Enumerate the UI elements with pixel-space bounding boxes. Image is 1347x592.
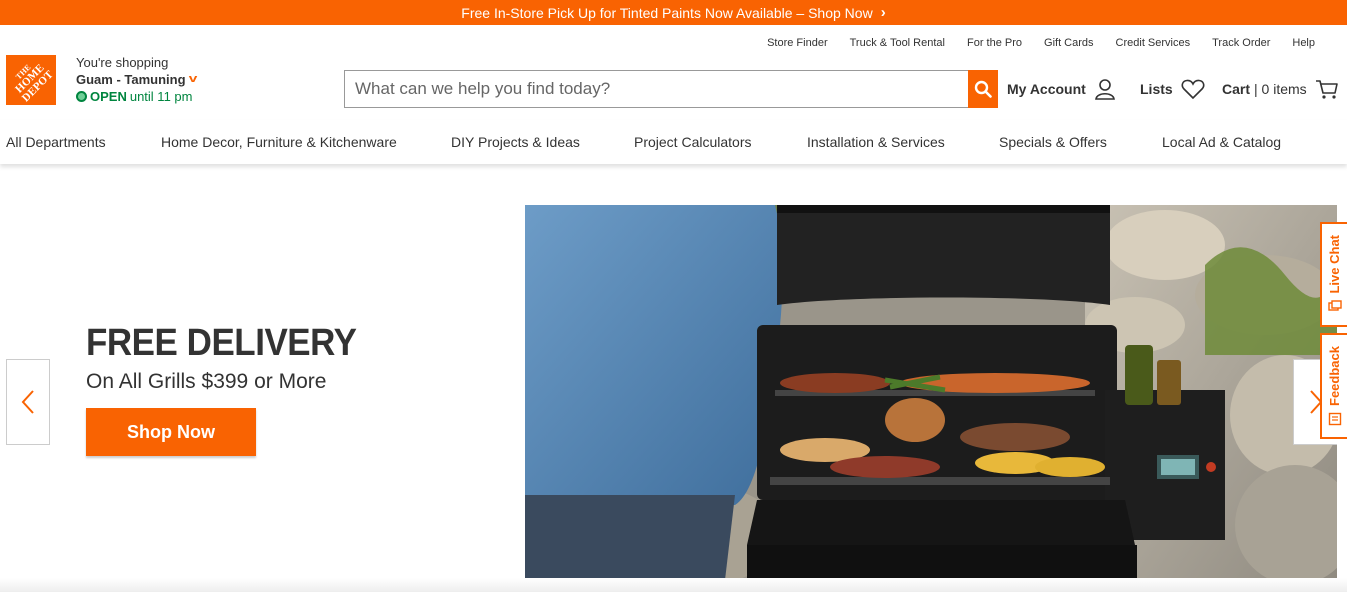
search-icon	[974, 80, 992, 98]
hero-title: FREE DELIVERY	[86, 322, 357, 364]
search-input[interactable]	[344, 70, 968, 108]
cart-label: Cart	[1222, 81, 1251, 97]
store-status: OPEN until 11 pm	[76, 88, 196, 105]
nav-item-all-departments[interactable]: All Departments	[6, 134, 106, 150]
cart-icon	[1315, 80, 1338, 99]
store-selector: You're shopping Guam - Tamuning v OPEN u…	[76, 54, 197, 105]
hero-subtitle: On All Grills $399 or More	[86, 370, 327, 393]
nav-item-home-decor[interactable]: Home Decor, Furniture & Kitchenware	[161, 134, 397, 150]
nav-item-specials-offers[interactable]: Specials & Offers	[999, 134, 1107, 150]
store-name-dropdown[interactable]: Guam - Tamuning v	[76, 71, 197, 88]
hero-image-grill	[525, 205, 1337, 580]
home-depot-logo[interactable]: THE HOME DEPOT	[6, 55, 56, 105]
store-name: Guam - Tamuning	[76, 72, 186, 87]
my-account-label: My Account	[1007, 81, 1086, 97]
feedback-tab[interactable]: Feedback	[1320, 333, 1347, 439]
user-icon	[1094, 79, 1115, 100]
utility-link-for-the-pro[interactable]: For the Pro	[967, 37, 1022, 49]
lists-button[interactable]: Lists	[1140, 76, 1205, 102]
my-account-button[interactable]: My Account	[1007, 76, 1116, 102]
utility-link-store-finder[interactable]: Store Finder	[767, 37, 828, 49]
nav-item-diy-projects[interactable]: DIY Projects & Ideas	[451, 134, 580, 150]
live-chat-label: Live Chat	[1327, 235, 1342, 294]
nav-item-local-ad-catalog[interactable]: Local Ad & Catalog	[1162, 134, 1281, 150]
nav-item-installation-services[interactable]: Installation & Services	[807, 134, 945, 150]
utility-link-track-order[interactable]: Track Order	[1212, 37, 1270, 49]
chevron-down-icon: v	[188, 73, 197, 85]
promo-text: Free In-Store Pick Up for Tinted Paints …	[461, 4, 873, 21]
feedback-label: Feedback	[1327, 346, 1342, 406]
logo-text: THE HOME DEPOT	[12, 61, 56, 105]
utility-link-gift-cards[interactable]: Gift Cards	[1044, 37, 1094, 49]
nav-item-project-calculators[interactable]: Project Calculators	[634, 134, 752, 150]
search-button[interactable]	[968, 70, 998, 108]
feedback-icon	[1328, 412, 1341, 426]
search-bar	[344, 70, 998, 108]
heart-icon	[1181, 79, 1205, 100]
shop-now-button[interactable]: Shop Now	[86, 408, 256, 456]
main-nav: All Departments Home Decor, Furniture & …	[0, 120, 1347, 164]
cart-button[interactable]: Cart | 0 items	[1222, 76, 1339, 102]
utility-link-help[interactable]: Help	[1292, 37, 1315, 49]
utility-nav: Store Finder Truck & Tool Rental For the…	[767, 37, 1315, 49]
lists-label: Lists	[1140, 81, 1173, 97]
utility-link-truck-tool-rental[interactable]: Truck & Tool Rental	[850, 37, 945, 49]
store-shopping-label: You're shopping	[76, 55, 169, 70]
promo-banner[interactable]: Free In-Store Pick Up for Tinted Paints …	[0, 0, 1347, 25]
chevron-left-icon	[21, 390, 34, 414]
cart-count: | 0 items	[1254, 81, 1307, 97]
store-open-label: OPEN	[90, 89, 127, 104]
chevron-right-icon: ›	[880, 4, 886, 21]
carousel-prev-button[interactable]	[6, 359, 50, 445]
utility-link-credit-services[interactable]: Credit Services	[1116, 37, 1191, 49]
open-status-icon	[76, 91, 87, 102]
live-chat-tab[interactable]: Live Chat	[1320, 222, 1347, 327]
page-bottom-divider	[0, 578, 1347, 592]
store-hours: until 11 pm	[129, 89, 193, 104]
chat-icon	[1327, 300, 1342, 311]
